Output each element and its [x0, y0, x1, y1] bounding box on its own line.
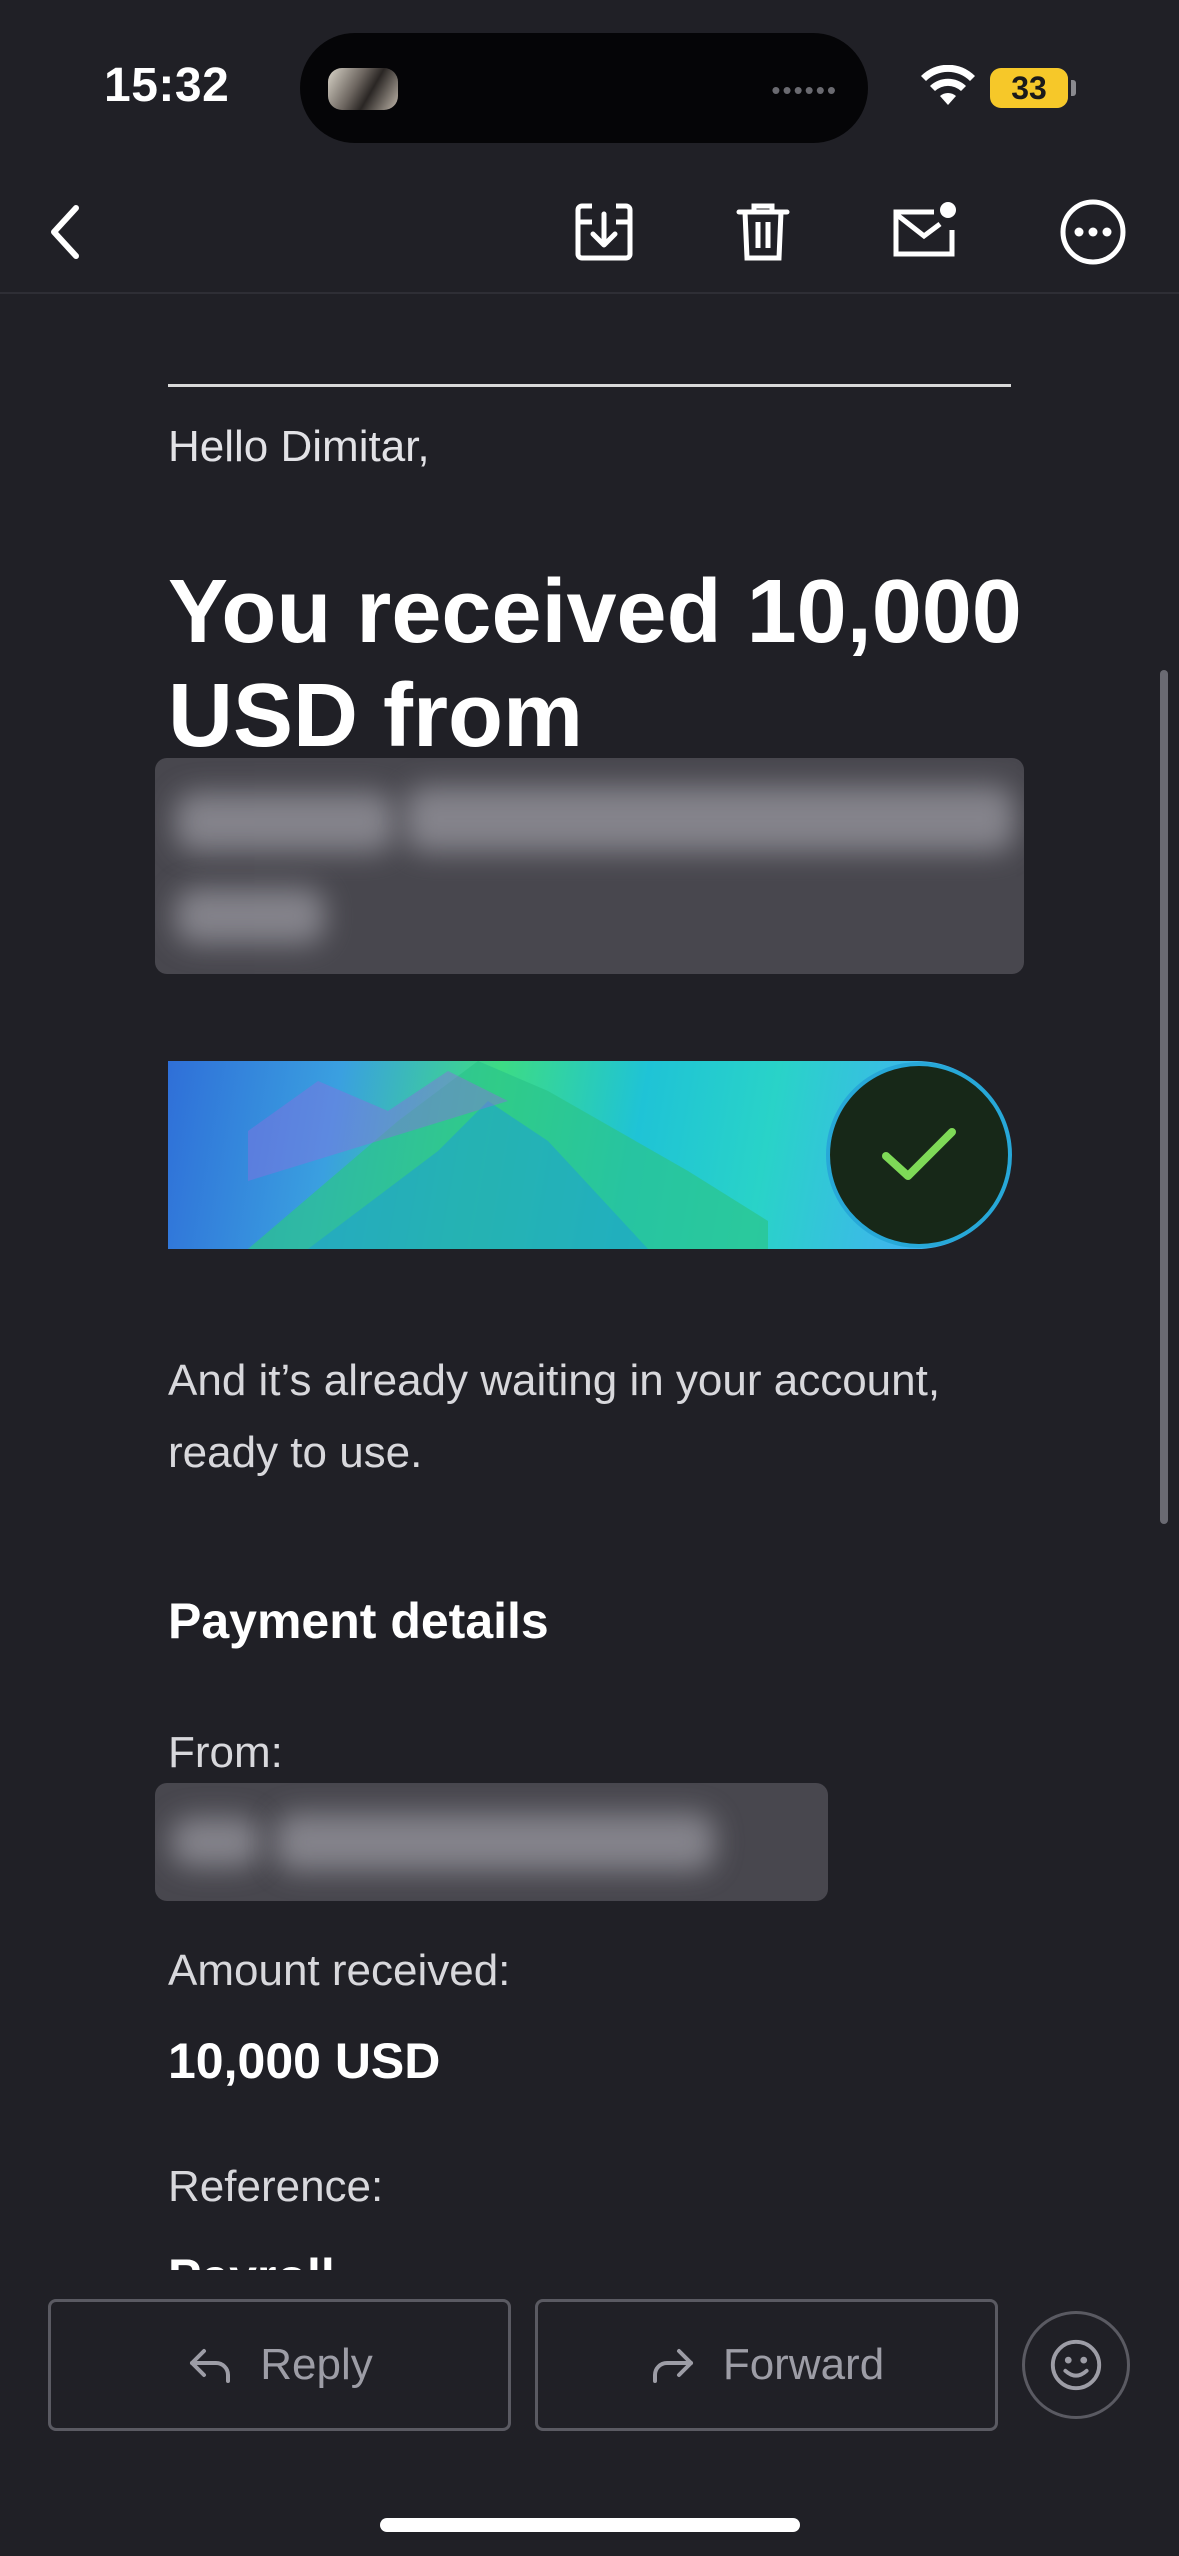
trash-icon[interactable]	[723, 192, 803, 272]
ellipsis-circle-icon[interactable]	[1053, 192, 1133, 272]
reply-label: Reply	[260, 2340, 373, 2389]
reply-arrow-icon	[190, 2349, 231, 2383]
body-paragraph: And it’s already waiting in your account…	[168, 1356, 941, 1477]
forward-label: Forward	[722, 2340, 885, 2389]
now-playing-thumbnail	[328, 68, 398, 110]
waveform-dots-icon: ••••••	[771, 75, 838, 105]
forward-arrow-icon	[652, 2349, 693, 2383]
chevron-left-icon[interactable]	[28, 192, 108, 272]
forward-button[interactable]: Forward	[535, 2299, 998, 2431]
redacted-sender-name	[155, 758, 1024, 974]
payment-details-title: Payment details	[168, 1593, 549, 1649]
status-time: 15:32	[104, 59, 230, 112]
success-check-badge	[830, 1066, 1008, 1244]
mountain-illustration	[248, 1061, 768, 1249]
amount-value: 10,000 USD	[168, 2033, 441, 2089]
email-headline: You received 10,000 USD from	[168, 562, 1022, 766]
archive-download-icon[interactable]	[564, 192, 644, 272]
from-label: From:	[168, 1728, 283, 1777]
header-divider	[168, 384, 1011, 387]
amount-label: Amount received:	[168, 1946, 511, 1995]
battery-cap	[1071, 80, 1076, 96]
reference-label: Reference:	[168, 2162, 384, 2211]
envelope-dot-icon[interactable]	[884, 192, 964, 272]
home-indicator[interactable]	[380, 2518, 800, 2532]
battery-indicator: 33	[990, 68, 1068, 108]
email-toolbar	[0, 170, 1179, 294]
smiley-icon	[1050, 2339, 1102, 2391]
email-screen: 15:32 •••••• 33 Hello Dimitar, You recei…	[0, 0, 1179, 2556]
checkmark-icon	[882, 1128, 956, 1180]
wifi-icon	[921, 65, 975, 105]
reply-button[interactable]: Reply	[48, 2299, 511, 2431]
dynamic-island[interactable]: ••••••	[300, 33, 868, 143]
scrollbar[interactable]	[1160, 670, 1168, 1524]
redacted-from-value	[155, 1783, 828, 1901]
emoji-reaction-button[interactable]	[1022, 2311, 1130, 2419]
greeting-text: Hello Dimitar,	[168, 422, 430, 471]
